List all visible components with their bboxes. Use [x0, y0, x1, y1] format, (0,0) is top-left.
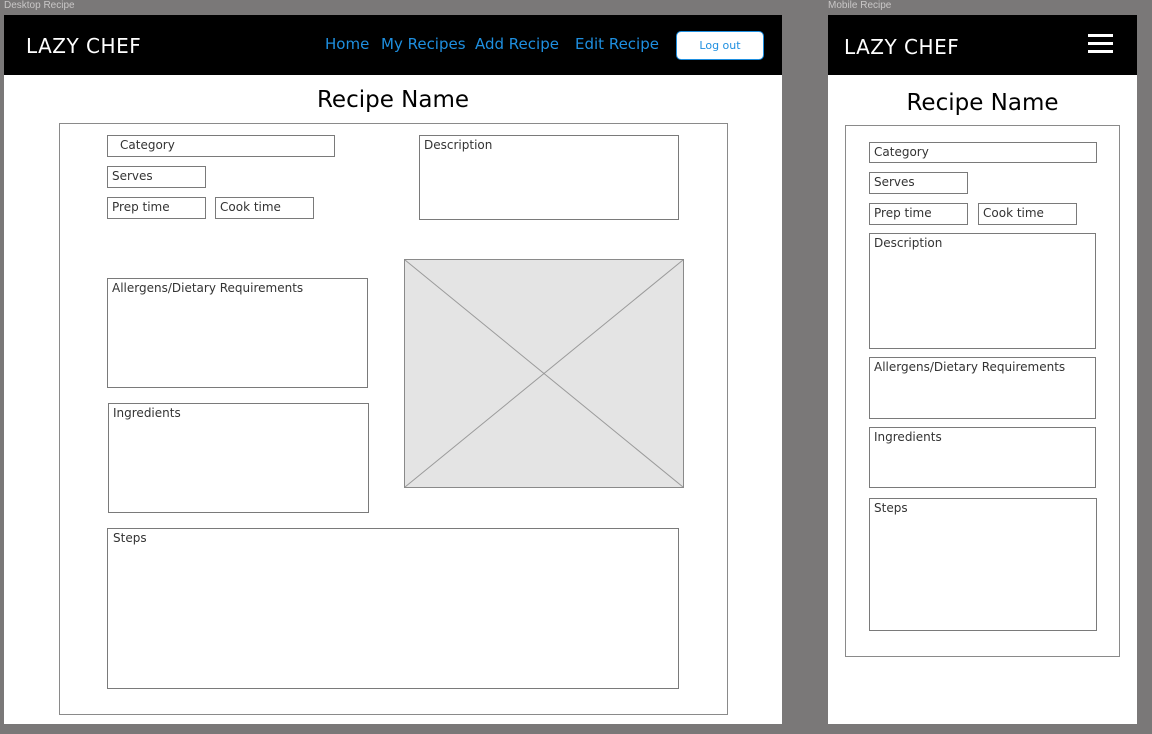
logo[interactable]: LAZY CHEF [26, 34, 141, 58]
cook-time-field[interactable]: Cook time [215, 197, 314, 219]
steps-field[interactable]: Steps [107, 528, 679, 689]
desktop-topbar: LAZY CHEF Home My Recipes Add Recipe Edi… [4, 15, 782, 75]
mobile-serves-field[interactable]: Serves [869, 172, 968, 194]
mobile-frame: LAZY CHEF Recipe Name Category Serves Pr… [828, 15, 1137, 724]
recipe-title: Recipe Name [316, 87, 470, 113]
nav-my-recipes[interactable]: My Recipes [381, 35, 466, 53]
mobile-description-field[interactable]: Description [869, 233, 1096, 349]
description-field[interactable]: Description [419, 135, 679, 220]
logout-button[interactable]: Log out [676, 31, 764, 60]
nav-add-recipe[interactable]: Add Recipe [475, 35, 559, 53]
mobile-category-field[interactable]: Category [869, 142, 1097, 163]
image-placeholder-icon[interactable] [404, 259, 684, 488]
mobile-ingredients-field[interactable]: Ingredients [869, 427, 1096, 488]
ingredients-field[interactable]: Ingredients [108, 403, 369, 513]
allergens-field[interactable]: Allergens/Dietary Requirements [107, 278, 368, 388]
desktop-frame-label: Desktop Recipe [4, 0, 75, 11]
prep-time-field[interactable]: Prep time [107, 197, 206, 219]
mobile-prep-time-field[interactable]: Prep time [869, 203, 968, 225]
nav-home[interactable]: Home [325, 35, 369, 53]
mobile-cook-time-field[interactable]: Cook time [978, 203, 1077, 225]
category-field[interactable]: Category [107, 135, 335, 157]
mobile-recipe-title: Recipe Name [906, 90, 1059, 116]
nav-edit-recipe[interactable]: Edit Recipe [575, 35, 659, 53]
mobile-topbar: LAZY CHEF [828, 15, 1137, 75]
mobile-frame-label: Mobile Recipe [828, 0, 892, 11]
mobile-steps-field[interactable]: Steps [869, 498, 1097, 631]
mobile-logo[interactable]: LAZY CHEF [844, 35, 959, 59]
serves-field[interactable]: Serves [107, 166, 206, 188]
image-placeholder-cross [405, 260, 683, 487]
desktop-frame: LAZY CHEF Home My Recipes Add Recipe Edi… [4, 15, 782, 724]
mobile-allergens-field[interactable]: Allergens/Dietary Requirements [869, 357, 1096, 419]
hamburger-menu-icon[interactable] [1088, 34, 1113, 54]
